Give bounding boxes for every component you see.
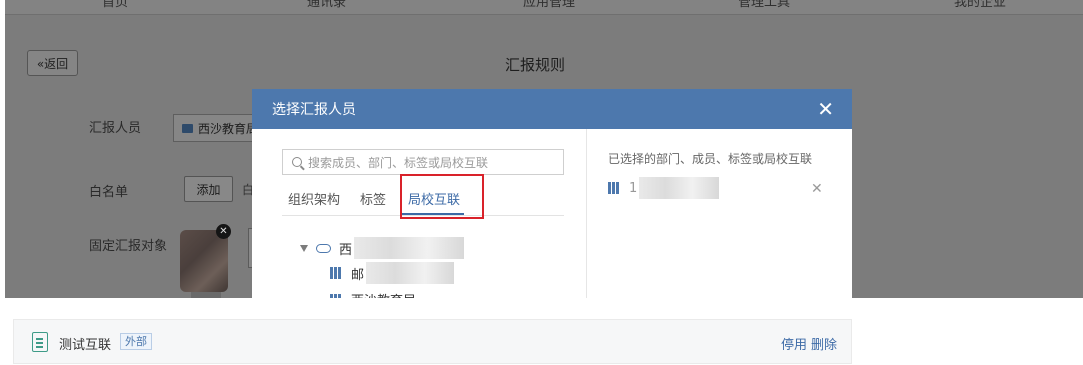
- search-icon: [292, 157, 302, 167]
- annotation-highlight-box: [400, 174, 484, 219]
- back-button[interactable]: «返回: [27, 50, 78, 76]
- top-nav: 首页 通讯录 应用管理 管理工具 我的企业: [5, 0, 1083, 15]
- tree-root-label: 西: [339, 242, 353, 258]
- remove-avatar-icon[interactable]: ✕: [216, 224, 231, 239]
- cloud-icon: [316, 243, 331, 253]
- disable-link[interactable]: 停用: [781, 334, 807, 353]
- tree-child-label: 邮: [351, 267, 365, 283]
- nav-management-tools[interactable]: 管理工具: [738, 0, 790, 10]
- nav-home[interactable]: 首页: [102, 0, 128, 10]
- school-link-name: 测试互联: [59, 338, 112, 353]
- report-person-selector[interactable]: 西沙教育局: [173, 114, 263, 142]
- dialog-header: 选择汇报人员 ✕: [252, 89, 852, 129]
- tree-node-child[interactable]: 邮: [330, 262, 455, 284]
- blurred-text: [639, 177, 720, 199]
- blurred-text: [354, 237, 465, 259]
- tree-child2-label: 西沙教育局: [351, 290, 416, 298]
- selected-item: 1: [608, 177, 720, 199]
- report-person-value: 西沙教育局: [198, 121, 259, 136]
- dialog-divider: [586, 129, 587, 298]
- blurred-text: [366, 262, 455, 284]
- caret-down-icon[interactable]: [300, 244, 308, 252]
- tree-node-child-2[interactable]: 西沙教育局: [330, 290, 416, 298]
- document-icon: [32, 332, 48, 352]
- nav-app-management[interactable]: 应用管理: [523, 0, 575, 10]
- whitelist-label: 白名单: [89, 185, 129, 200]
- selected-item-label: 1: [629, 180, 638, 196]
- search-input[interactable]: 搜索成员、部门、标签或局校互联: [282, 149, 564, 175]
- fixed-target-label: 固定汇报对象: [89, 239, 168, 254]
- avatar: [180, 230, 228, 292]
- tab-tags[interactable]: 标签: [360, 189, 386, 208]
- page-title: 汇报规则: [505, 56, 566, 74]
- tree-node-root[interactable]: 西: [300, 237, 465, 259]
- selected-list-title: 已选择的部门、成员、标签或局校互联: [608, 152, 813, 166]
- building-icon: [330, 293, 341, 298]
- school-link-row: 测试互联 外部 停用 删除: [13, 319, 852, 364]
- tab-org-structure[interactable]: 组织架构: [288, 189, 340, 208]
- building-icon: [608, 182, 619, 194]
- nav-my-enterprise[interactable]: 我的企业: [954, 0, 1006, 10]
- remove-selected-icon[interactable]: ✕: [811, 181, 823, 197]
- close-icon[interactable]: ✕: [817, 98, 834, 120]
- nav-contacts[interactable]: 通讯录: [307, 0, 346, 10]
- external-badge: 外部: [120, 333, 152, 350]
- folder-icon: [182, 123, 193, 133]
- search-placeholder: 搜索成员、部门、标签或局校互联: [308, 155, 489, 170]
- add-whitelist-button[interactable]: 添加: [184, 176, 233, 202]
- report-person-label: 汇报人员: [89, 121, 142, 136]
- select-reporter-dialog: 选择汇报人员 ✕ 搜索成员、部门、标签或局校互联 组织架构 标签 局校互联 西 …: [252, 89, 852, 298]
- building-icon: [330, 267, 341, 279]
- avatar-name-blurred: [191, 292, 221, 298]
- dialog-title: 选择汇报人员: [272, 102, 356, 118]
- delete-link[interactable]: 删除: [811, 334, 837, 353]
